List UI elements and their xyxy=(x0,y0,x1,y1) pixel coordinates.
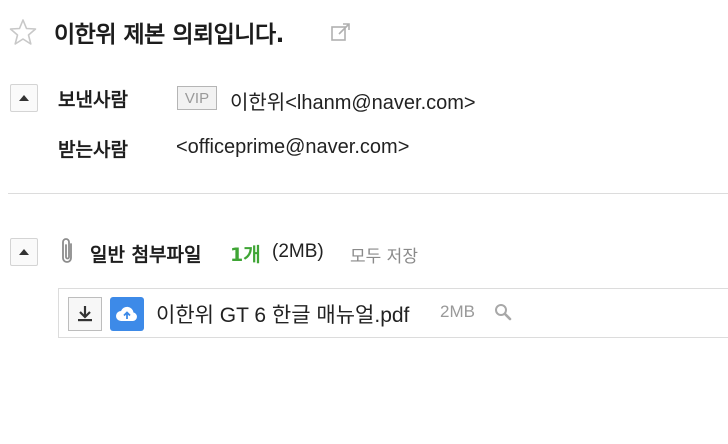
to-label: 받는사람 xyxy=(58,139,128,161)
download-icon xyxy=(78,306,92,322)
collapse-attachments-button[interactable] xyxy=(10,238,38,266)
paperclip-icon xyxy=(62,238,72,263)
attachment-file-name[interactable]: 이한위 GT 6 한글 매뉴얼.pdf xyxy=(156,299,409,329)
mail-subject: 이한위 제본 의뢰입니다. xyxy=(54,22,284,48)
to-address[interactable]: <officeprime@naver.com> xyxy=(176,136,409,159)
attachment-file-size: 2MB xyxy=(440,302,475,321)
header-divider xyxy=(8,193,728,194)
download-button[interactable] xyxy=(68,297,102,331)
from-address[interactable]: 이한위<lhanm@naver.com> xyxy=(230,86,476,115)
save-to-cloud-button[interactable] xyxy=(110,297,144,331)
open-new-window-icon[interactable] xyxy=(330,21,352,43)
save-all-link[interactable]: 모두 저장 xyxy=(350,242,418,267)
attachments-title: 일반 첨부파일 xyxy=(90,244,202,266)
cloud-save-icon xyxy=(116,306,137,321)
from-label: 보낸사람 xyxy=(58,89,128,111)
attachments-total-size: (2MB) xyxy=(272,241,324,262)
vip-badge[interactable]: VIP xyxy=(177,86,217,110)
collapse-recipients-button[interactable] xyxy=(10,84,38,112)
star-icon[interactable] xyxy=(8,17,38,47)
collapse-triangle-icon xyxy=(19,249,29,255)
preview-magnifier-icon[interactable] xyxy=(493,302,513,322)
attachments-count: 1개 xyxy=(230,244,261,266)
collapse-triangle-icon xyxy=(19,95,29,101)
